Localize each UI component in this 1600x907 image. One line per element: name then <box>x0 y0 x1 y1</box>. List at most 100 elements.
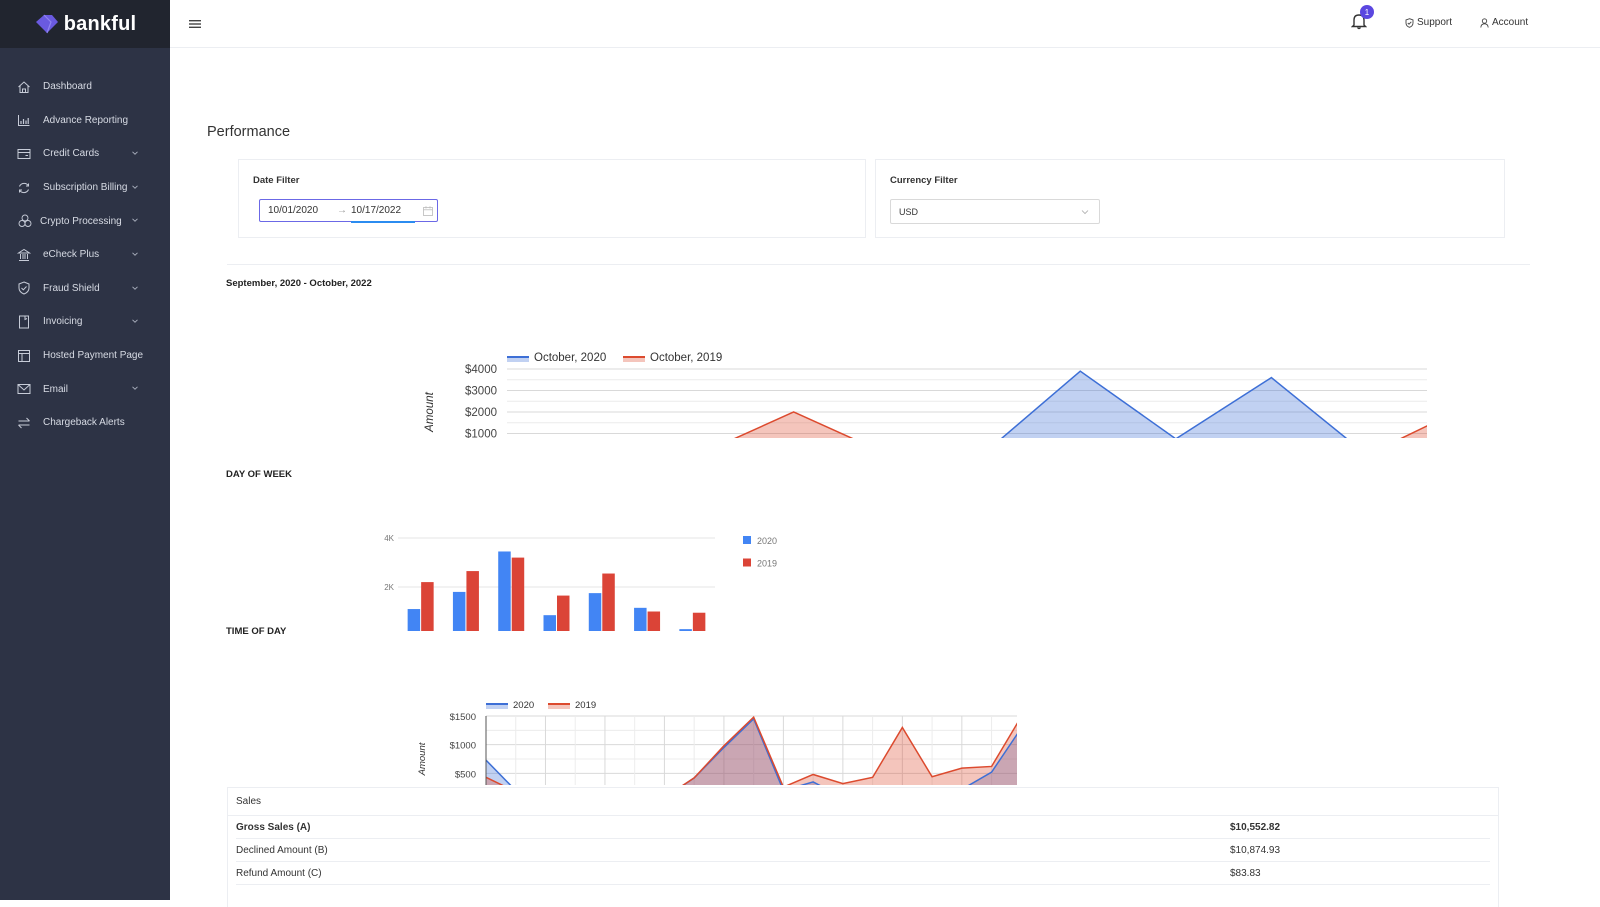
sync-icon <box>17 181 31 195</box>
menu-toggle-icon[interactable] <box>188 17 202 31</box>
bankful-logo-icon <box>34 14 60 34</box>
bar-2020[interactable] <box>408 609 421 631</box>
bar-2019[interactable] <box>648 612 661 632</box>
y-tick-label: $1500 <box>450 712 476 723</box>
sidebar-item-subscription-billing[interactable]: Subscription Billing <box>0 171 170 205</box>
monthly-chart-title: September, 2020 - October, 2022 <box>226 278 372 289</box>
y-axis-title: Amount <box>417 742 428 776</box>
chevron-down-icon <box>1081 208 1089 216</box>
date-filter-card: Date Filter 10/01/2020 → 10/17/2022 <box>238 159 866 238</box>
topbar: 1 Support Account <box>170 0 1600 48</box>
sidebar-item-invoicing[interactable]: Invoicing <box>0 305 170 339</box>
legend-item[interactable]: 2019 <box>743 559 777 569</box>
legend-label: October, 2020 <box>534 352 606 364</box>
sidebar-item-fraud-shield[interactable]: Fraud Shield <box>0 272 170 306</box>
currency-select[interactable]: USD <box>890 199 1100 224</box>
brand-name: bankful <box>64 13 137 36</box>
main-content: Performance Date Filter 10/01/2020 → 10/… <box>170 48 1600 900</box>
sidebar-item-label: Email <box>43 384 68 395</box>
date-range-picker[interactable]: 10/01/2020 → 10/17/2022 <box>259 199 438 222</box>
sidebar-item-label: Fraud Shield <box>43 283 100 294</box>
time-of-day-title: TIME OF DAY <box>226 626 286 637</box>
layout-icon <box>17 349 31 363</box>
sidebar-item-label: Hosted Payment Page <box>43 350 143 361</box>
day-of-week-chart: 02K4KMTWTFSSWeek Day20202019 <box>220 481 840 631</box>
shield-check-icon <box>1405 18 1414 28</box>
sales-table: Sales Gross Sales (A) $10,552.82 Declined … <box>227 787 1499 907</box>
start-date-input[interactable]: 10/01/2020 <box>268 205 333 216</box>
bar-2019[interactable] <box>557 596 570 631</box>
support-label: Support <box>1417 17 1452 28</box>
y-axis-title: Amount <box>424 391 436 432</box>
bar-2019[interactable] <box>512 558 525 631</box>
sidebar-item-advance-reporting[interactable]: Advance Reporting <box>0 104 170 138</box>
account-link[interactable]: Account <box>1480 17 1528 28</box>
sidebar-item-credit-cards[interactable]: Credit Cards <box>0 137 170 171</box>
bar-2020[interactable] <box>679 629 692 631</box>
y-tick-label: 4K <box>384 534 394 543</box>
bank-icon <box>17 248 31 262</box>
end-date-input[interactable]: 10/17/2022 <box>351 205 415 216</box>
sales-row: Declined Amount (B)$10,874.93 <box>236 839 1490 862</box>
sales-row: Gross Sales (A) $10,552.82 <box>236 816 1490 839</box>
sidebar-item-hosted-payment-page[interactable]: Hosted Payment Page <box>0 339 170 373</box>
legend-item[interactable]: October, 2019 <box>623 352 722 364</box>
legend-item[interactable]: 2020 <box>486 700 534 711</box>
sidebar-item-dashboard[interactable]: Dashboard <box>0 70 170 104</box>
sidebar-item-email[interactable]: Email <box>0 372 170 406</box>
shield-icon <box>17 281 31 295</box>
y-tick-label: $4000 <box>465 364 497 376</box>
chevron-down-icon <box>131 384 139 392</box>
user-icon <box>1480 18 1489 28</box>
chevron-down-icon <box>131 250 139 258</box>
legend-label: 2019 <box>575 700 596 711</box>
legend-label: 2019 <box>757 559 777 569</box>
credit-card-icon <box>17 147 31 161</box>
sales-row-value: $83.83 <box>1230 868 1261 879</box>
chevron-down-icon <box>131 183 139 191</box>
legend-item[interactable]: 2020 <box>743 536 777 546</box>
bar-2019[interactable] <box>421 582 434 631</box>
bar-2020[interactable] <box>544 615 557 631</box>
sidebar-item-label: Subscription Billing <box>43 182 128 193</box>
legend-label: October, 2019 <box>650 352 722 364</box>
invoice-icon <box>17 315 31 329</box>
calendar-icon[interactable] <box>423 206 433 216</box>
bar-2020[interactable] <box>634 608 647 631</box>
sidebar-item-label: Chargeback Alerts <box>43 417 125 428</box>
sales-row-value: $10,552.82 <box>1230 822 1280 833</box>
legend-label: 2020 <box>513 700 534 711</box>
chevron-down-icon <box>131 216 139 224</box>
sales-header: Sales <box>228 788 1498 816</box>
day-of-week-title: DAY OF WEEK <box>226 469 292 480</box>
bar-2019[interactable] <box>602 574 615 631</box>
y-tick-label: $2000 <box>465 407 497 419</box>
sidebar-item-crypto-processing[interactable]: Crypto Processing <box>0 204 170 238</box>
bar-2020[interactable] <box>589 593 602 631</box>
bar-2020[interactable] <box>453 592 466 631</box>
sidebar-item-chargeback-alerts[interactable]: Chargeback Alerts <box>0 406 170 440</box>
bar-2019[interactable] <box>693 613 706 631</box>
legend-item[interactable]: 2019 <box>548 700 596 711</box>
bar-2020[interactable] <box>498 551 511 631</box>
legend-swatch <box>743 536 751 544</box>
y-tick-label: $1000 <box>450 741 476 752</box>
y-tick-label: $500 <box>455 769 476 780</box>
currency-select-value: USD <box>899 207 918 217</box>
sidebar-item-label: Invoicing <box>43 316 82 327</box>
sidebar-item-echeck-plus[interactable]: eCheck Plus <box>0 238 170 272</box>
sales-row-value: $10,874.93 <box>1230 845 1280 856</box>
sidebar: bankful DashboardAdvance Reporting Credit… <box>0 0 170 900</box>
swap-icon <box>17 416 31 430</box>
chevron-down-icon <box>131 284 139 292</box>
legend-label: 2020 <box>757 536 777 546</box>
sales-row-label: Gross Sales (A) <box>236 822 310 833</box>
logo[interactable]: bankful <box>0 0 170 48</box>
sidebar-item-label: eCheck Plus <box>43 249 99 260</box>
range-arrow-icon: → <box>333 205 351 216</box>
support-link[interactable]: Support <box>1405 17 1452 28</box>
sidebar-item-label: Credit Cards <box>43 148 99 159</box>
legend-item[interactable]: October, 2020 <box>507 352 606 364</box>
bar-2019[interactable] <box>466 571 479 631</box>
home-icon <box>17 80 31 94</box>
